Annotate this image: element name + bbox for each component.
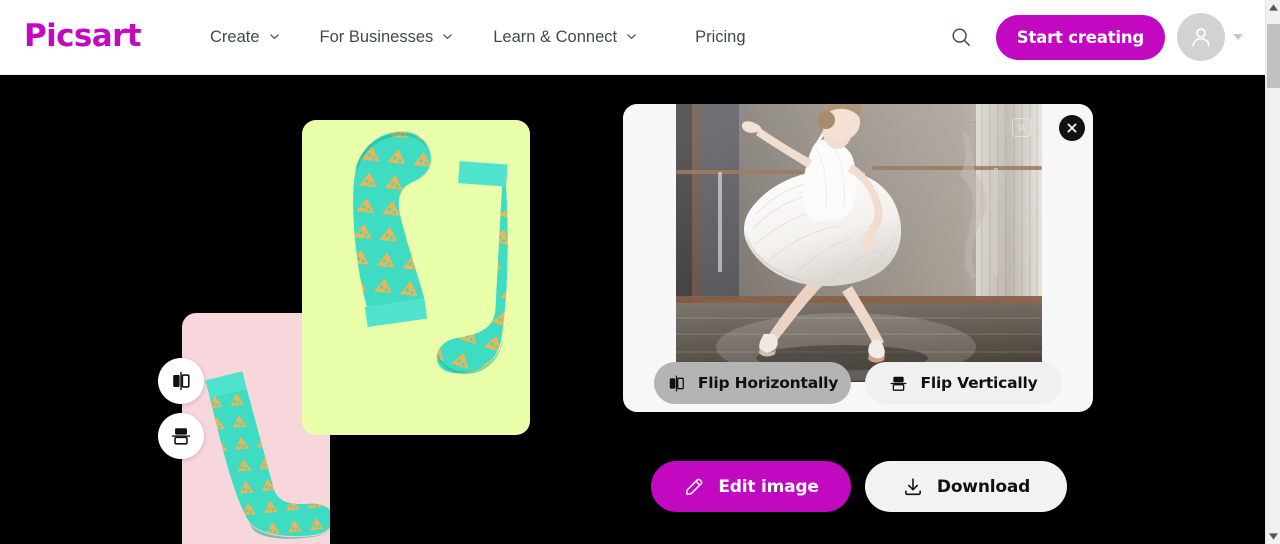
scroll-thumb[interactable] <box>1267 24 1280 88</box>
search-icon[interactable] <box>942 18 980 56</box>
site-header: Picsart Create For Businesses Learn & Co… <box>0 0 1265 75</box>
edit-image-label: Edit image <box>718 476 819 497</box>
nav-item-for-businesses[interactable]: For Businesses <box>300 20 474 55</box>
nav-item-label: Learn & Connect <box>493 27 618 46</box>
flip-horizontal-tool-button[interactable] <box>158 358 204 404</box>
avatar[interactable] <box>1177 13 1225 61</box>
flip-horizontally-button[interactable]: Flip Horizontally <box>654 362 851 404</box>
sock-pair-image <box>353 131 508 375</box>
ballerina-photo <box>676 104 1042 382</box>
nav-item-label: Pricing <box>695 27 746 46</box>
nav-item-learn-and-connect[interactable]: Learn & Connect <box>473 20 657 55</box>
flip-controls: Flip Horizontally Flip Vertically <box>623 354 1093 412</box>
edit-image-button[interactable]: Edit image <box>651 461 851 512</box>
flip-vertical-icon <box>889 374 908 393</box>
caret-down-icon <box>1233 34 1243 40</box>
flip-editor-panel: IA Flip Horizontally Flip Vertically <box>623 104 1093 412</box>
flip-vertically-label: Flip Vertically <box>920 374 1038 392</box>
flip-vertically-button[interactable]: Flip Vertically <box>865 362 1062 404</box>
primary-actions: Edit image Download <box>651 461 1067 512</box>
user-avatar-icon <box>1192 28 1210 47</box>
primary-navigation: Create For Businesses Learn & Connect Pr… <box>198 20 766 55</box>
flip-horizontal-icon <box>173 371 190 391</box>
image-watermark: IA <box>1012 118 1031 137</box>
preview-image[interactable]: IA <box>676 104 1042 382</box>
vertical-scrollbar[interactable] <box>1265 0 1280 544</box>
nav-item-pricing[interactable]: Pricing <box>675 20 765 55</box>
lime-card[interactable] <box>302 120 530 435</box>
scroll-up-arrow-icon[interactable] <box>1266 0 1280 15</box>
flip-horizontally-label: Flip Horizontally <box>697 374 839 392</box>
chevron-down-icon <box>442 31 453 42</box>
close-icon[interactable] <box>1059 115 1085 141</box>
picsart-logo[interactable]: Picsart <box>24 20 142 52</box>
scroll-down-arrow-icon[interactable] <box>1266 529 1280 544</box>
nav-item-label: Create <box>210 27 260 46</box>
nav-item-label: For Businesses <box>319 27 434 46</box>
chevron-down-icon <box>626 31 637 42</box>
editor-canvas: IA Flip Horizontally Flip Vertically Edi… <box>0 75 1265 544</box>
download-button[interactable]: Download <box>865 461 1067 512</box>
flip-horizontal-icon <box>667 374 686 393</box>
flip-vertical-tool-button[interactable] <box>158 413 204 459</box>
floating-flip-tools <box>158 358 204 459</box>
chevron-down-icon <box>269 31 280 42</box>
download-icon <box>902 476 924 498</box>
account-menu[interactable] <box>1177 13 1243 61</box>
flip-vertical-icon <box>171 428 191 445</box>
nav-item-create[interactable]: Create <box>198 20 300 55</box>
download-label: Download <box>936 476 1031 497</box>
header-actions: Start creating <box>942 13 1265 61</box>
start-creating-button[interactable]: Start creating <box>995 14 1165 60</box>
page-root: Picsart Create For Businesses Learn & Co… <box>0 0 1280 544</box>
pencil-icon <box>683 476 705 498</box>
